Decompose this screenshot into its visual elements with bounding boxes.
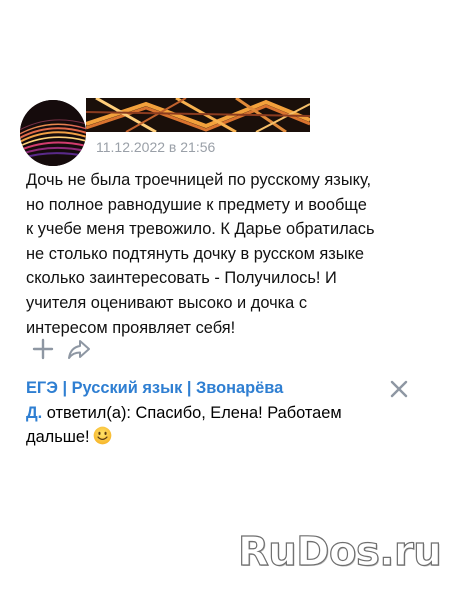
review-text-line: не столько подтянуть дочку в русском язы… (26, 244, 365, 263)
close-icon (390, 380, 408, 398)
reviewer-avatar[interactable] (20, 100, 86, 166)
reply-text: ответил(а): Спасибо, Елена! Работаем (42, 403, 342, 422)
review-timestamp: 11.12.2022 в 21:56 (96, 139, 216, 155)
reply-author-link-cont[interactable]: Д. (26, 404, 42, 422)
close-button[interactable] (388, 378, 410, 400)
reviewer-name-redacted (86, 98, 310, 132)
reply-author-link[interactable]: ЕГЭ | Русский язык | Звонарёва (26, 379, 283, 397)
review-text-line: Дочь не была троечницей по русскому язык… (26, 171, 372, 189)
share-icon (68, 340, 90, 359)
review-text-line: но полное равнодушие к предмету и вообще (26, 195, 367, 214)
watermark-logo: RuDos.ru (237, 528, 442, 575)
review-text-line: к учебе меня тревожило. К Дарье обратила… (26, 220, 375, 239)
review-text-line: сколько заинтересовать - Получилось! И (26, 269, 337, 288)
watermark: RuDos.ru (237, 527, 442, 577)
smiling-face-emoji-icon (93, 426, 112, 445)
plus-icon (32, 338, 54, 360)
share-button[interactable] (66, 336, 92, 362)
review-text-line: учителя оценивают высоко и дочка с (26, 293, 308, 312)
owner-reply: ЕГЭ | Русский язык | Звонарёва Д. ответи… (26, 376, 426, 450)
review-text: Дочь не была троечницей по русскому язык… (26, 168, 426, 340)
reply-text-cont: дальше! (26, 428, 90, 447)
add-button[interactable] (30, 336, 56, 362)
avatar-image (20, 100, 86, 166)
